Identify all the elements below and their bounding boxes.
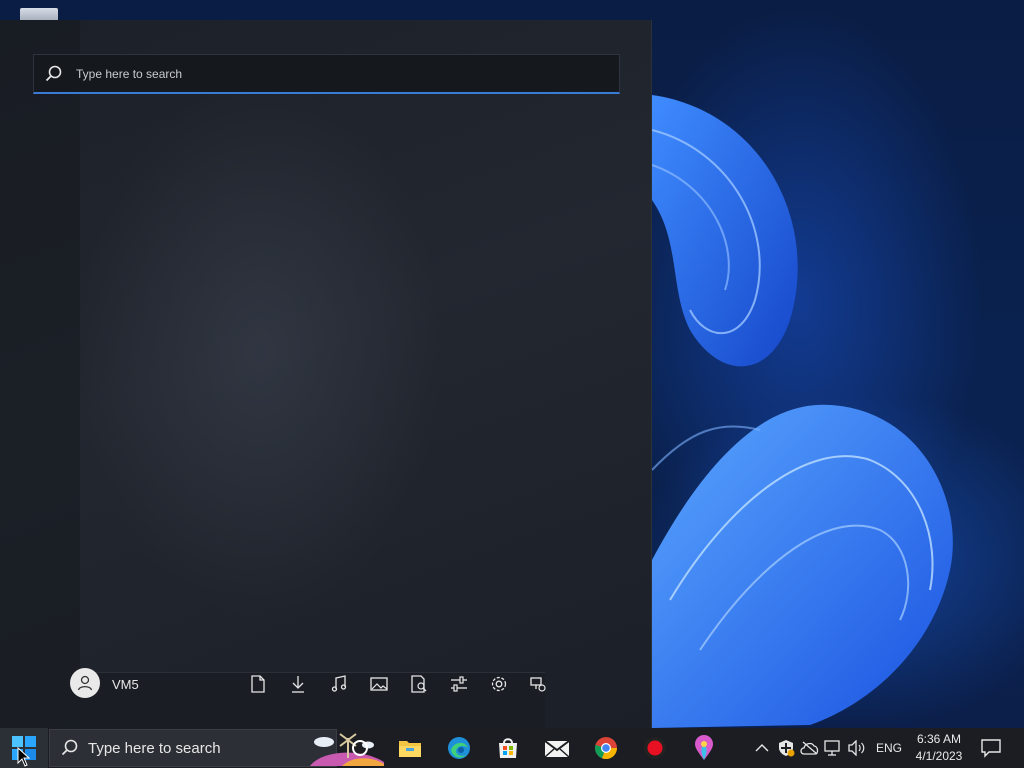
documents-icon[interactable] [247, 673, 269, 695]
start-search-box[interactable] [33, 54, 620, 94]
start-bottom-bar [80, 672, 545, 728]
taskbar: Type here to search ENG 6:36 AM 4/1/2023 [0, 728, 1024, 768]
cortana-icon[interactable] [344, 732, 376, 764]
mouse-cursor-icon [17, 747, 31, 767]
file-explorer-icon[interactable] [408, 673, 430, 695]
search-input[interactable] [76, 55, 619, 92]
user-icon [77, 675, 93, 691]
mail-icon[interactable] [541, 732, 573, 764]
clock-time: 6:36 AM [916, 732, 962, 746]
clock[interactable]: 6:36 AM 4/1/2023 [910, 731, 968, 765]
onedrive-icon[interactable] [800, 738, 820, 758]
notifications-icon[interactable] [980, 738, 1002, 758]
personal-folder-icon[interactable] [448, 673, 470, 695]
windows-security-icon[interactable] [776, 738, 796, 758]
store-icon[interactable] [492, 732, 524, 764]
search-icon [45, 65, 62, 81]
user-name[interactable]: VM5 [112, 677, 139, 692]
user-avatar[interactable] [70, 668, 100, 698]
recycle-bin-icon[interactable] [20, 8, 58, 20]
settings-icon[interactable] [488, 673, 510, 695]
start-button[interactable] [0, 728, 48, 768]
taskbar-search-box[interactable]: Type here to search [49, 729, 384, 767]
clock-date: 4/1/2023 [915, 749, 963, 763]
record-app-icon[interactable] [639, 732, 671, 764]
downloads-icon[interactable] [287, 673, 309, 695]
language-indicator[interactable]: ENG [876, 741, 902, 755]
show-hidden-icons-chevron-icon[interactable] [752, 738, 772, 758]
edge-icon[interactable] [443, 732, 475, 764]
search-icon [61, 739, 78, 756]
volume-icon[interactable] [847, 738, 867, 758]
taskbar-search-text[interactable]: Type here to search [88, 740, 221, 757]
start-menu [0, 20, 652, 728]
start-menu-rail [0, 20, 80, 728]
pictures-icon[interactable] [368, 673, 390, 695]
network-icon[interactable] [527, 673, 549, 695]
maps-icon[interactable] [688, 732, 720, 764]
network-status-icon[interactable] [824, 738, 844, 758]
file-explorer-icon[interactable] [394, 732, 426, 764]
chrome-icon[interactable] [590, 732, 622, 764]
music-icon[interactable] [328, 673, 350, 695]
